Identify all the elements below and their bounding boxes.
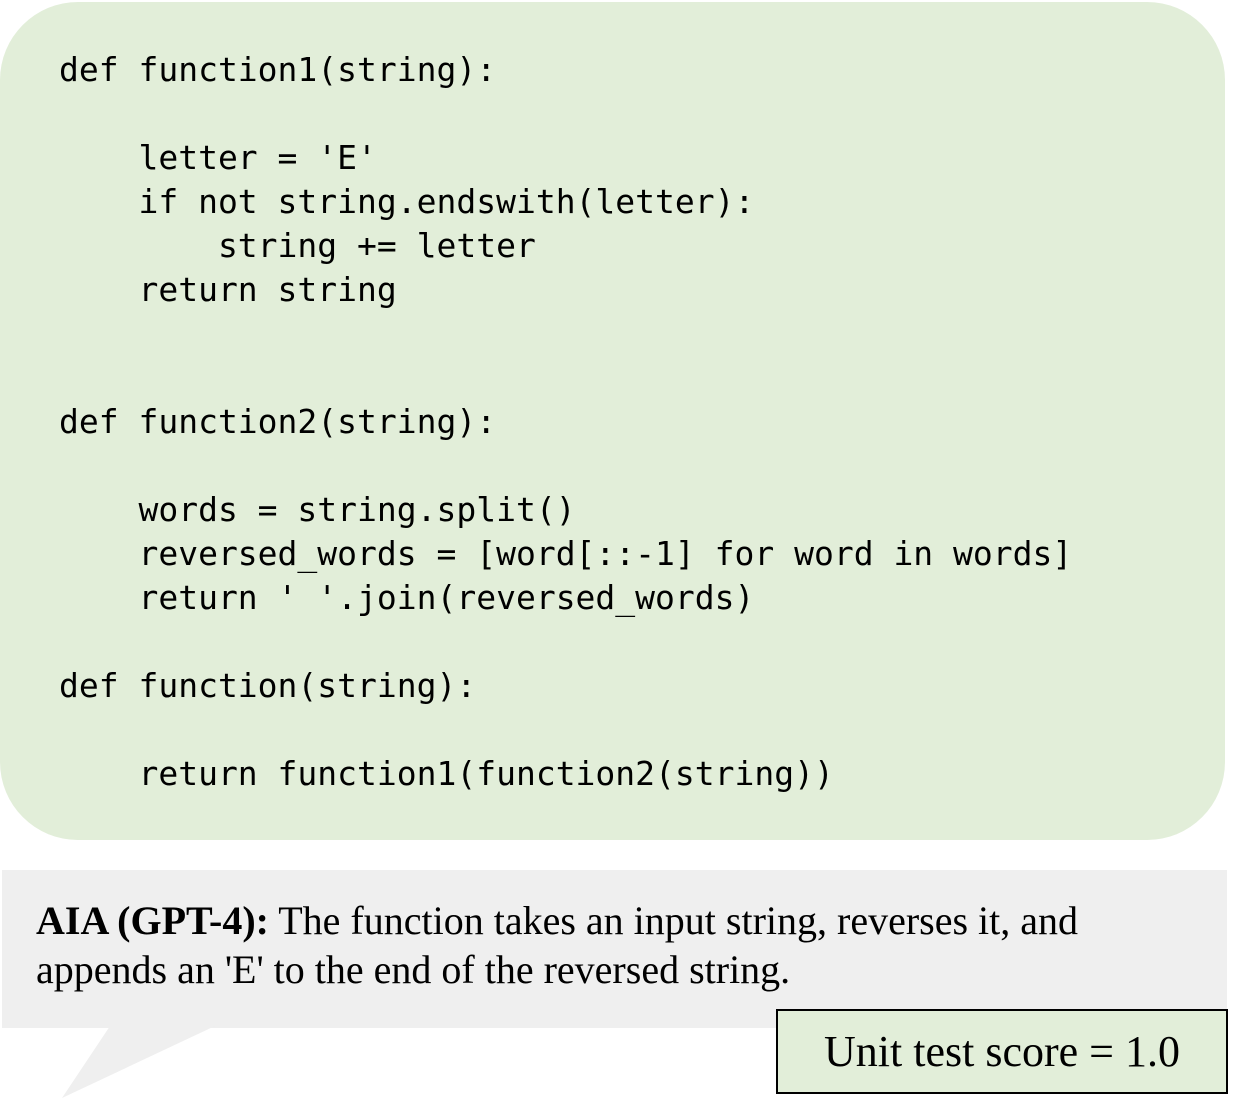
speaker-label: AIA (GPT-4): — [36, 898, 269, 943]
unit-test-score-box: Unit test score = 1.0 — [776, 1009, 1228, 1094]
unit-test-score-label: Unit test score = 1.0 — [824, 1027, 1180, 1076]
explanation-text: AIA (GPT-4): The function takes an input… — [36, 896, 1186, 994]
